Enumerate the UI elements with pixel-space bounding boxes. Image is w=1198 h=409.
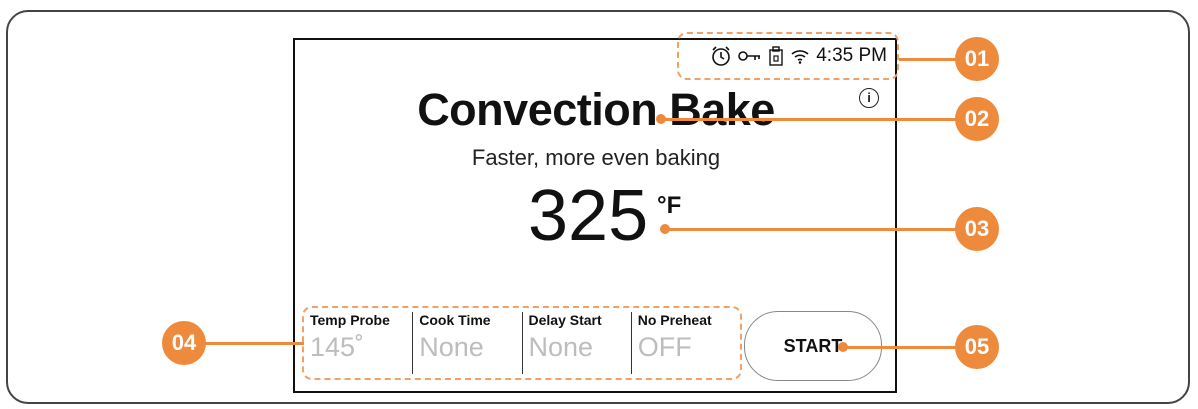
option-value: None — [528, 332, 594, 362]
callout-badge-02: 02 — [955, 97, 999, 141]
option-value: None — [419, 332, 484, 362]
mode-subtitle: Faster, more even baking — [471, 145, 721, 170]
callout-badge-01: 01 — [955, 37, 999, 81]
option-label: Cook Time — [419, 312, 491, 328]
callout-line — [899, 58, 959, 61]
option-no-preheat[interactable]: No Preheat OFF — [632, 312, 740, 374]
option-label: Delay Start — [528, 312, 602, 328]
callout-badge-03: 03 — [955, 207, 999, 251]
option-temp-probe[interactable]: Temp Probe 145˚ — [304, 312, 414, 374]
temperature-value[interactable]: 325 — [528, 180, 648, 252]
option-delay-start[interactable]: Delay Start None — [523, 312, 632, 374]
alarm-icon — [710, 45, 732, 67]
option-label: Temp Probe — [310, 312, 390, 328]
option-label: No Preheat — [637, 312, 712, 328]
info-icon[interactable]: i — [859, 88, 879, 108]
status-bar: 4:35 PM — [677, 32, 899, 80]
callout-line — [843, 346, 959, 349]
callout-badge-05: 05 — [955, 325, 999, 369]
callout-line — [665, 228, 959, 231]
status-time: 4:35 PM — [816, 45, 887, 66]
callout-line — [661, 118, 959, 121]
key-lock-icon — [738, 49, 762, 63]
lock-icon — [768, 46, 784, 66]
cooking-options: Temp Probe 145˚ Cook Time None Delay Sta… — [302, 306, 742, 380]
mode-title: Convection Bake — [417, 84, 775, 135]
callout-badge-04: 04 — [162, 321, 206, 365]
temperature-unit: °F — [657, 192, 682, 219]
wifi-icon — [790, 48, 810, 64]
option-value: OFF — [637, 332, 692, 362]
option-value: 145˚ — [310, 332, 365, 362]
option-cook-time[interactable]: Cook Time None — [413, 312, 523, 374]
callout-line — [205, 342, 304, 345]
